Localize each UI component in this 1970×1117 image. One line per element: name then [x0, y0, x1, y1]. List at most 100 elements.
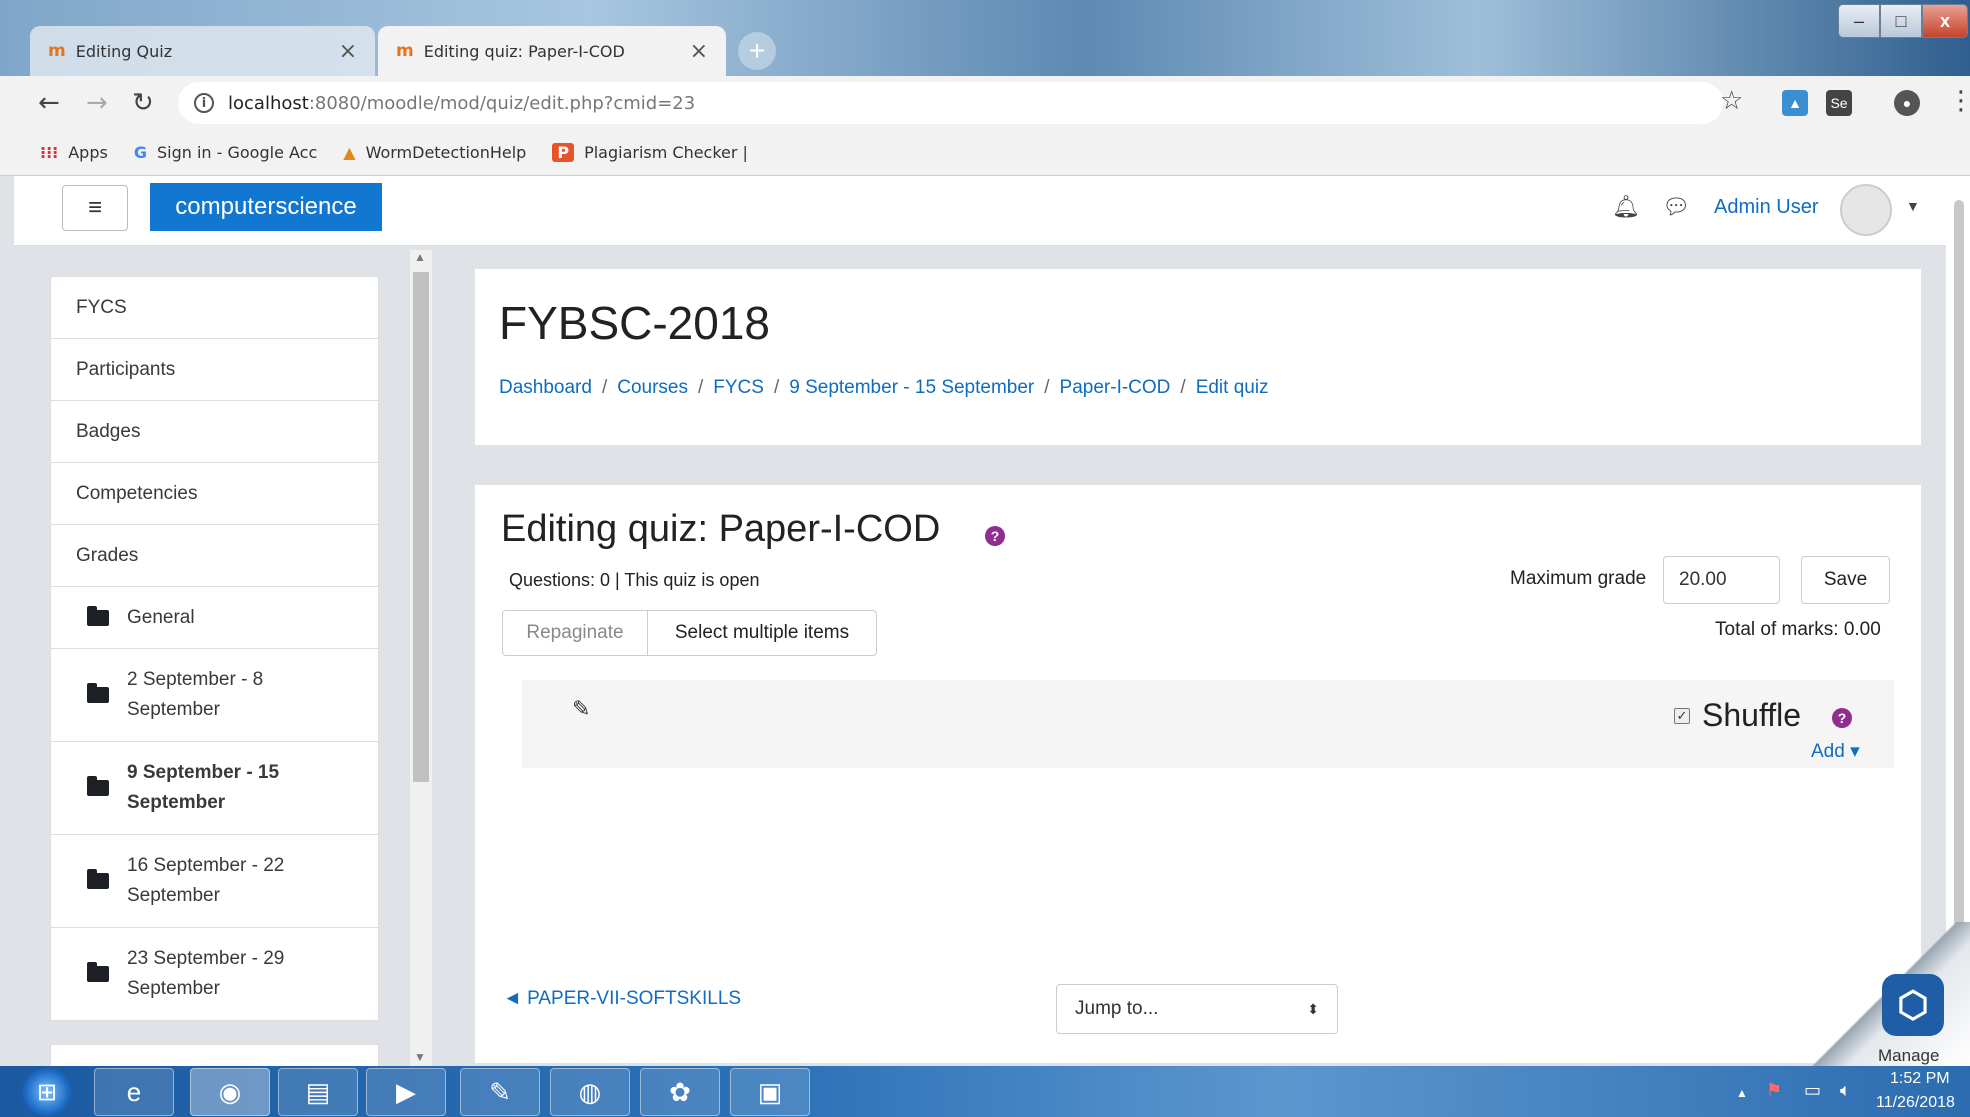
taskbar-ie-icon[interactable]: e: [94, 1068, 174, 1116]
edit-pencil-icon[interactable]: ✎: [572, 696, 590, 722]
browser-tab-editing-quiz[interactable]: m Editing Quiz ×: [30, 26, 375, 76]
breadcrumb-edit-quiz[interactable]: Edit quiz: [1196, 377, 1269, 399]
drawer-item-grades[interactable]: Grades: [51, 525, 378, 587]
bookmark-plagiarism-checker[interactable]: P Plagiarism Checker |: [552, 143, 748, 162]
menu-kebab-icon[interactable]: ⋮: [1948, 86, 1970, 116]
previous-activity-link[interactable]: ◄ PAPER-VII-SOFTSKILLS: [503, 988, 741, 1010]
taskbar-editor-icon[interactable]: ✎: [460, 1068, 540, 1116]
taskbar-screenshot-icon[interactable]: ▣: [730, 1068, 810, 1116]
breadcrumb-quiz[interactable]: Paper-I-COD: [1060, 377, 1171, 399]
bookmark-label: Sign in - Google Acc: [156, 143, 318, 162]
messages-chat-icon[interactable]: 💬︎: [1662, 194, 1690, 220]
window-close-button[interactable]: x: [1922, 4, 1968, 38]
max-grade-input[interactable]: [1663, 556, 1780, 604]
drawer-section-week-3[interactable]: 16 September - 22 September: [51, 835, 378, 928]
tray-action-center-icon[interactable]: ⚑: [1766, 1080, 1782, 1101]
window-minimize-button[interactable]: –: [1838, 4, 1880, 38]
window-maximize-button[interactable]: □: [1880, 4, 1922, 38]
drawer-section-label: September: [127, 978, 220, 999]
extension-selenium-icon[interactable]: Se: [1826, 90, 1852, 116]
manage-logo-icon[interactable]: ⬡: [1882, 974, 1944, 1036]
clock-date[interactable]: 11/26/2018: [1876, 1094, 1955, 1112]
taskbar-explorer-icon[interactable]: ▤: [278, 1068, 358, 1116]
avatar[interactable]: [1840, 184, 1892, 236]
taskbar-paint-icon[interactable]: ✿: [640, 1068, 720, 1116]
add-menu-link[interactable]: Add ▾: [1811, 740, 1860, 763]
tray-volume-icon[interactable]: 🔈︎: [1840, 1080, 1851, 1101]
drawer-scrollbar-thumb[interactable]: [413, 272, 429, 782]
drawer-section-week-1[interactable]: 2 September - 8 September: [51, 649, 378, 742]
bookmark-worm-detection[interactable]: ▲ WormDetectionHelp: [343, 143, 526, 162]
clock-time[interactable]: 1:52 PM: [1890, 1070, 1950, 1088]
drawer-section-week-4[interactable]: 23 September - 29 September: [51, 928, 378, 1020]
drawer-item-label: Participants: [76, 358, 176, 380]
close-tab-icon[interactable]: ×: [690, 39, 708, 64]
tab-label: Editing quiz: Paper-I-COD: [423, 41, 625, 61]
taskbar-media-player-icon[interactable]: ▶: [366, 1068, 446, 1116]
select-multiple-items-button[interactable]: Select multiple items: [647, 610, 877, 656]
new-tab-button[interactable]: +: [738, 32, 776, 70]
page-title: FYBSC-2018: [499, 297, 771, 349]
help-icon[interactable]: ?: [985, 526, 1005, 546]
breadcrumb-section[interactable]: 9 September - 15 September: [789, 377, 1034, 399]
scroll-down-arrow-icon[interactable]: ▼: [414, 1050, 426, 1064]
google-icon: G: [133, 143, 147, 162]
taskbar-firefox-icon[interactable]: ◍: [550, 1068, 630, 1116]
plagiarism-icon: P: [552, 143, 575, 162]
drawer-item-badges[interactable]: Badges: [51, 401, 378, 463]
drawer-section-general[interactable]: General: [51, 587, 378, 649]
breadcrumb-courses[interactable]: Courses: [617, 377, 688, 399]
max-grade-label: Maximum grade: [1510, 568, 1647, 589]
drawer-toggle-button[interactable]: ≡: [62, 185, 128, 231]
back-icon[interactable]: ←: [38, 88, 60, 118]
taskbar-chrome-icon[interactable]: ◉: [190, 1068, 270, 1116]
quiz-status: Questions: 0 | This quiz is open: [509, 570, 760, 590]
jump-to-placeholder: Jump to...: [1075, 998, 1159, 1019]
tray-network-icon[interactable]: ▭: [1804, 1080, 1821, 1101]
bookmark-apps[interactable]: ⁝⁝⁝ Apps: [40, 143, 108, 162]
breadcrumb-separator: /: [1044, 377, 1050, 398]
breadcrumb-separator: /: [773, 377, 780, 398]
forward-icon[interactable]: →: [86, 88, 108, 118]
bookmark-google-signin[interactable]: G Sign in - Google Acc: [134, 143, 317, 162]
jump-to-select[interactable]: Jump to... ⬍: [1056, 984, 1338, 1034]
user-name[interactable]: Admin User: [1714, 196, 1818, 219]
save-button[interactable]: Save: [1801, 556, 1890, 604]
bookmark-star-icon[interactable]: ☆: [1720, 86, 1743, 116]
help-icon[interactable]: ?: [1832, 708, 1852, 728]
drawer-section-label: September: [127, 792, 226, 813]
scroll-up-arrow-icon[interactable]: ▲: [414, 250, 426, 264]
breadcrumb: Dashboard / Courses / FYCS / 9 September - …: [499, 377, 1269, 399]
manage-label: Manage: [1878, 1046, 1940, 1065]
page-header-card: [474, 268, 1922, 446]
user-menu-caret-icon[interactable]: ▼: [1906, 198, 1920, 214]
drawer-section-week-2-current[interactable]: 9 September - 15 September: [51, 742, 378, 835]
drawer-item-participants[interactable]: Participants: [51, 339, 378, 401]
drawer-item-fycs[interactable]: FYCS: [51, 277, 378, 339]
shuffle-checkbox[interactable]: ✓: [1674, 708, 1690, 724]
drawer-section-label: 23 September - 29: [127, 948, 285, 969]
drawer-item-competencies[interactable]: Competencies: [51, 463, 378, 525]
breadcrumb-dashboard[interactable]: Dashboard: [499, 377, 592, 399]
repaginate-button[interactable]: Repaginate: [502, 610, 648, 656]
close-tab-icon[interactable]: ×: [339, 39, 357, 64]
notifications-bell-icon[interactable]: 🔔︎: [1612, 194, 1640, 220]
reload-icon[interactable]: ↻: [132, 88, 154, 118]
extension-drive-icon[interactable]: ▲: [1782, 90, 1808, 116]
site-brand-link[interactable]: computerscience: [150, 183, 382, 231]
select-arrows-icon: ⬍: [1307, 1000, 1319, 1017]
drawer-section-label: 9 September - 15: [127, 762, 280, 783]
info-icon[interactable]: i: [194, 93, 214, 113]
folder-icon: [87, 776, 109, 796]
tray-show-hidden-icon[interactable]: ▲: [1736, 1086, 1748, 1100]
total-marks: Total of marks: 0.00: [1715, 619, 1881, 640]
windows-start-button[interactable]: ⊞: [22, 1068, 72, 1116]
drawer-section-label: General: [127, 606, 195, 628]
quiz-title: Editing quiz: Paper-I-COD: [501, 508, 941, 550]
tab-label: Editing Quiz: [75, 41, 173, 61]
profile-icon[interactable]: ●: [1894, 90, 1920, 116]
breadcrumb-fycs[interactable]: FYCS: [713, 377, 764, 399]
folder-icon: [87, 605, 109, 626]
address-bar[interactable]: i localhost:8080/moodle/mod/quiz/edit.ph…: [178, 82, 1723, 124]
browser-tab-editing-quiz-paper[interactable]: m Editing quiz: Paper-I-COD ×: [378, 26, 726, 76]
